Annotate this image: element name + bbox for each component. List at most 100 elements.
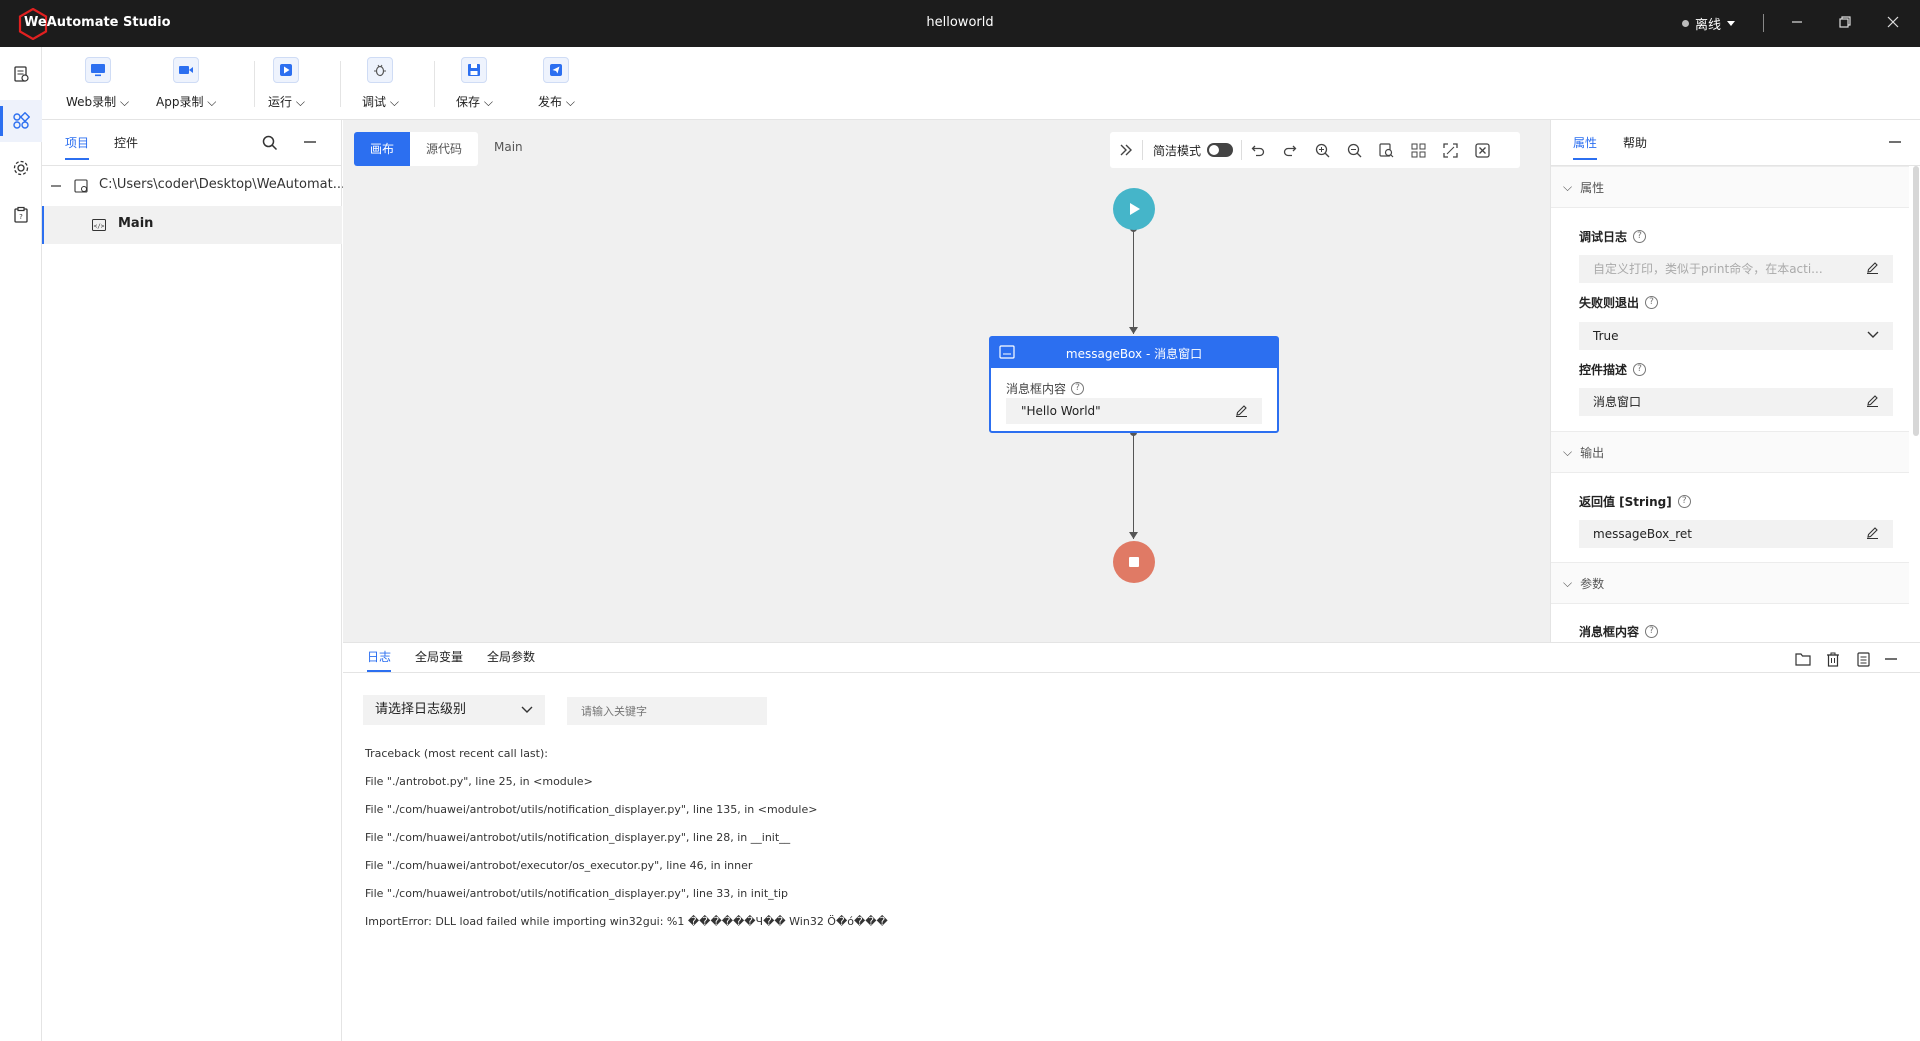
project-folder-icon [74,179,88,193]
tab-global-variables[interactable]: 全局变量 [415,648,463,665]
log-line: File "./com/huawei/antrobot/executor/os_… [365,859,753,872]
fail-exit-select[interactable]: True [1579,322,1893,350]
project-root-path: C:\Users\coder\Desktop\WeAutomat... [99,177,346,192]
end-node[interactable] [1113,541,1155,583]
help-icon[interactable]: ? [1633,363,1647,376]
start-node[interactable] [1113,188,1155,230]
log-panel: 日志 全局变量 全局参数 请选择日志级别 Traceback (most rec… [343,642,1920,1041]
expand-panel-button[interactable] [1110,132,1142,168]
open-folder-button[interactable] [1793,649,1813,669]
log-panel-tabs: 日志 全局变量 全局参数 [343,643,1920,673]
edit-pencil-icon[interactable] [1235,404,1248,417]
clear-log-button[interactable] [1823,649,1843,669]
fullscreen-icon [1442,142,1458,158]
node-param-field[interactable]: "Hello World" [1006,398,1262,424]
ctrl-desc-value: 消息窗口 [1593,395,1642,409]
node-param-label: 消息框内容 [1006,382,1067,396]
activity-components[interactable] [0,100,42,142]
tree-root-item[interactable]: C:\Users\coder\Desktop\WeAutomat... [42,167,346,205]
save-button[interactable]: 保存 ⌵ [456,55,493,113]
chevron-down-icon: ⌵ [1563,575,1573,590]
simple-mode-toggle[interactable]: 简洁模式 [1143,142,1241,159]
help-icon[interactable]: ? [1645,296,1659,309]
help-icon[interactable]: ? [1633,230,1647,243]
zoom-out-button[interactable] [1338,132,1370,168]
activity-settings[interactable] [0,147,42,189]
project-panel-tabs: 项目 控件 [42,120,342,166]
tab-project[interactable]: 项目 [65,134,90,160]
fail-exit-label: 失败则退出 [1579,296,1640,310]
help-icon[interactable]: ? [1071,382,1085,395]
search-icon[interactable] [262,135,278,151]
flow-connector [1133,433,1134,539]
tab-help[interactable]: 帮助 [1623,134,1647,151]
tab-properties[interactable]: 属性 [1573,134,1598,160]
tab-source-code[interactable]: 源代码 [410,132,478,166]
log-line: Traceback (most recent call last): [365,747,548,760]
return-label-row: 返回值 [String] ? [1579,493,1691,510]
debug-button[interactable]: 调试 ⌵ [362,55,399,113]
canvas-toolbar: 简洁模式 [1110,132,1520,168]
help-icon[interactable]: ? [1677,495,1691,508]
activity-project[interactable] [0,53,42,95]
tab-log[interactable]: 日志 [367,648,392,672]
toolbar-divider [340,61,341,107]
project-file-icon [14,66,29,82]
run-button[interactable]: 运行 ⌵ [268,55,305,113]
section-properties-header[interactable]: ⌵ 属性 [1551,166,1909,208]
ctrl-desc-field[interactable]: 消息窗口 [1579,388,1893,416]
node-header: messageBox - 消息窗口 [991,338,1277,368]
simple-mode-switch[interactable] [1207,143,1234,157]
fit-view-button[interactable] [1370,132,1402,168]
app-record-button[interactable]: App录制 ⌵ [156,55,216,113]
clear-canvas-button[interactable] [1466,132,1498,168]
node-param-label-row: 消息框内容 ? [1006,380,1085,397]
flow-canvas[interactable]: 画布 源代码 Main 简洁模式 messageBox - 消息窗口 消息框内容… [343,120,1550,642]
close-button[interactable] [1878,10,1908,36]
undo-button[interactable] [1242,132,1274,168]
tab-controls[interactable]: 控件 [114,134,138,151]
redo-button[interactable] [1274,132,1306,168]
return-label: 返回值 [String] [1579,495,1672,509]
tab-global-params[interactable]: 全局参数 [487,648,535,665]
titlebar-divider [1763,14,1764,32]
fullscreen-button[interactable] [1434,132,1466,168]
publish-button[interactable]: 发布 ⌵ [538,55,575,113]
web-record-button[interactable]: Web录制 ⌵ [66,55,129,113]
log-level-select[interactable]: 请选择日志级别 [363,695,545,725]
run-play-icon [273,57,300,83]
edit-pencil-icon[interactable] [1866,261,1879,274]
collapse-minus-icon[interactable] [51,185,61,187]
toolbar-divider [434,61,435,107]
simple-mode-label: 简洁模式 [1153,143,1202,158]
tab-canvas[interactable]: 画布 [354,132,411,166]
edit-pencil-icon[interactable] [1866,526,1879,539]
debug-log-field[interactable]: 自定义打印，类似于print命令，在本acti... [1579,255,1893,283]
fit-view-icon [1378,142,1393,157]
return-value-field[interactable]: messageBox_ret [1579,520,1893,548]
chevron-down-icon [1867,331,1879,338]
tree-item-main[interactable]: </> Main [42,206,342,244]
return-value: messageBox_ret [1593,527,1692,541]
activity-tasks[interactable]: ? [0,194,42,236]
collapse-log-button[interactable] [1881,649,1901,669]
copy-log-button[interactable] [1853,649,1873,669]
help-icon[interactable]: ? [1645,625,1659,638]
section-params-header[interactable]: ⌵ 参数 [1551,562,1909,604]
web-record-icon [84,57,111,83]
ctrl-desc-label: 控件描述 [1579,363,1628,377]
collapse-panel-icon[interactable] [1889,140,1901,144]
ctrl-desc-label-row: 控件描述 ? [1579,361,1647,378]
fail-exit-value: True [1593,329,1619,343]
connection-status[interactable]: 离线 [1682,14,1736,33]
messagebox-node[interactable]: messageBox - 消息窗口 消息框内容 ? "Hello World" [989,336,1279,433]
edit-pencil-icon[interactable] [1866,394,1879,407]
collapse-panel-icon[interactable] [304,140,316,144]
minimize-button[interactable] [1782,10,1812,36]
layout-button[interactable] [1402,132,1434,168]
log-keyword-input[interactable] [567,697,767,725]
properties-scrollbar[interactable] [1913,166,1919,436]
zoom-in-button[interactable] [1306,132,1338,168]
section-output-header[interactable]: ⌵ 输出 [1551,431,1909,473]
restore-button[interactable] [1830,10,1860,36]
